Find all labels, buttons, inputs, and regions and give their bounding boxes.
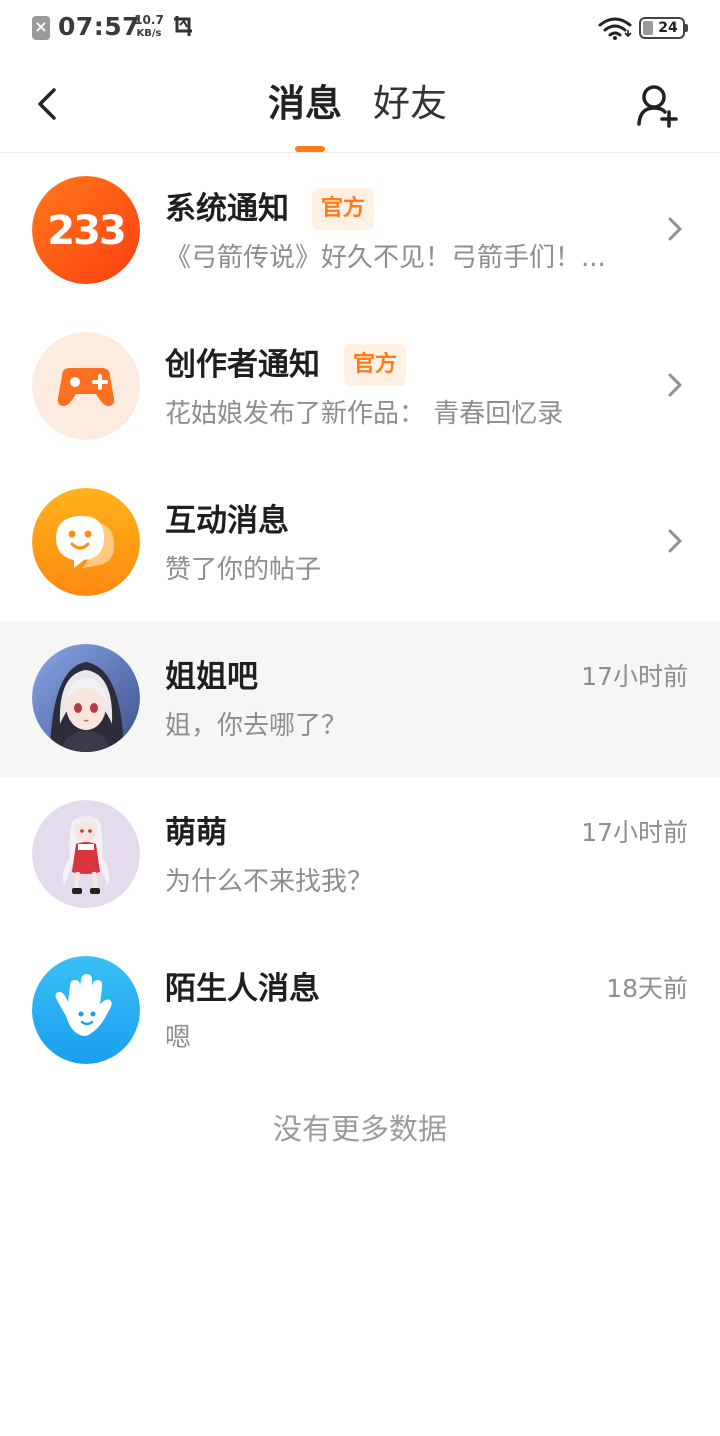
notification-closed-icon [32, 16, 50, 40]
active-tab-indicator [295, 146, 325, 152]
item-time: 17小时前 [581, 818, 688, 847]
svg-text:233: 233 [47, 208, 125, 254]
no-more-data-label: 没有更多数据 [272, 1112, 447, 1146]
network-speed-value: 10.7 [134, 13, 164, 27]
battery-level: 24 [658, 20, 678, 36]
header: 消息 好友 [0, 56, 720, 153]
official-badge: 官方 [312, 188, 375, 230]
item-preview: 嗯 [165, 1023, 192, 1053]
gamepad-icon [32, 332, 140, 440]
item-title: 创作者通知 [165, 347, 320, 383]
tab-friends[interactable]: 好友 [373, 78, 447, 130]
item-title: 互动消息 [165, 503, 289, 539]
item-preview: 《弓箭传说》好久不见！弓箭手们！... [165, 243, 606, 273]
waving-hand-icon [32, 956, 140, 1064]
tab-messages[interactable]: 消息 [268, 78, 342, 130]
item-time: 18天前 [606, 974, 688, 1003]
screenshot-icon [174, 16, 192, 36]
list-item-creator-notice[interactable]: 创作者通知 官方 花姑娘发布了新作品： 青春回忆录 [0, 309, 720, 465]
add-friend-button[interactable] [634, 82, 682, 130]
user-avatar [32, 644, 140, 752]
chat-bubble-icon [32, 488, 140, 596]
list-item-interaction[interactable]: 互动消息 赞了你的帖子 [0, 465, 720, 621]
battery-icon: 24 [639, 17, 688, 39]
message-list: 233 系统通知 官方 《弓箭传说》好久不见！弓箭手们！... 创作者通知 官方… [0, 153, 720, 1089]
chevron-right-icon [668, 217, 682, 241]
item-title: 萌萌 [165, 815, 227, 851]
network-speed: 10.7 KB/s [132, 14, 166, 40]
list-item-stranger-messages[interactable]: 陌生人消息 18天前 嗯 [0, 933, 720, 1089]
status-time: 07:57 [58, 12, 141, 41]
status-bar: 07:57 10.7 KB/s 24 [0, 0, 720, 56]
item-preview: 姐，你去哪了？ [165, 711, 348, 741]
chevron-right-icon [668, 529, 682, 553]
item-title: 陌生人消息 [165, 971, 320, 1007]
233-logo-icon: 233 [32, 176, 140, 284]
item-preview: 赞了你的帖子 [165, 555, 322, 585]
back-button[interactable] [28, 80, 68, 128]
item-preview: 为什么不来找我？ [165, 867, 374, 897]
wifi-icon [598, 17, 632, 40]
item-time: 17小时前 [581, 662, 688, 691]
official-badge: 官方 [344, 344, 407, 386]
item-preview: 花姑娘发布了新作品： 青春回忆录 [165, 399, 564, 429]
network-speed-unit: KB/s [136, 28, 162, 39]
list-item-chat[interactable]: 姐姐吧 17小时前 姐，你去哪了？ [0, 621, 720, 777]
list-item-chat[interactable]: 萌萌 17小时前 为什么不来找我？ [0, 777, 720, 933]
item-title: 系统通知 [165, 191, 289, 227]
list-item-system-notice[interactable]: 233 系统通知 官方 《弓箭传说》好久不见！弓箭手们！... [0, 153, 720, 309]
user-avatar [32, 800, 140, 908]
chevron-right-icon [668, 373, 682, 397]
item-title: 姐姐吧 [165, 659, 258, 695]
